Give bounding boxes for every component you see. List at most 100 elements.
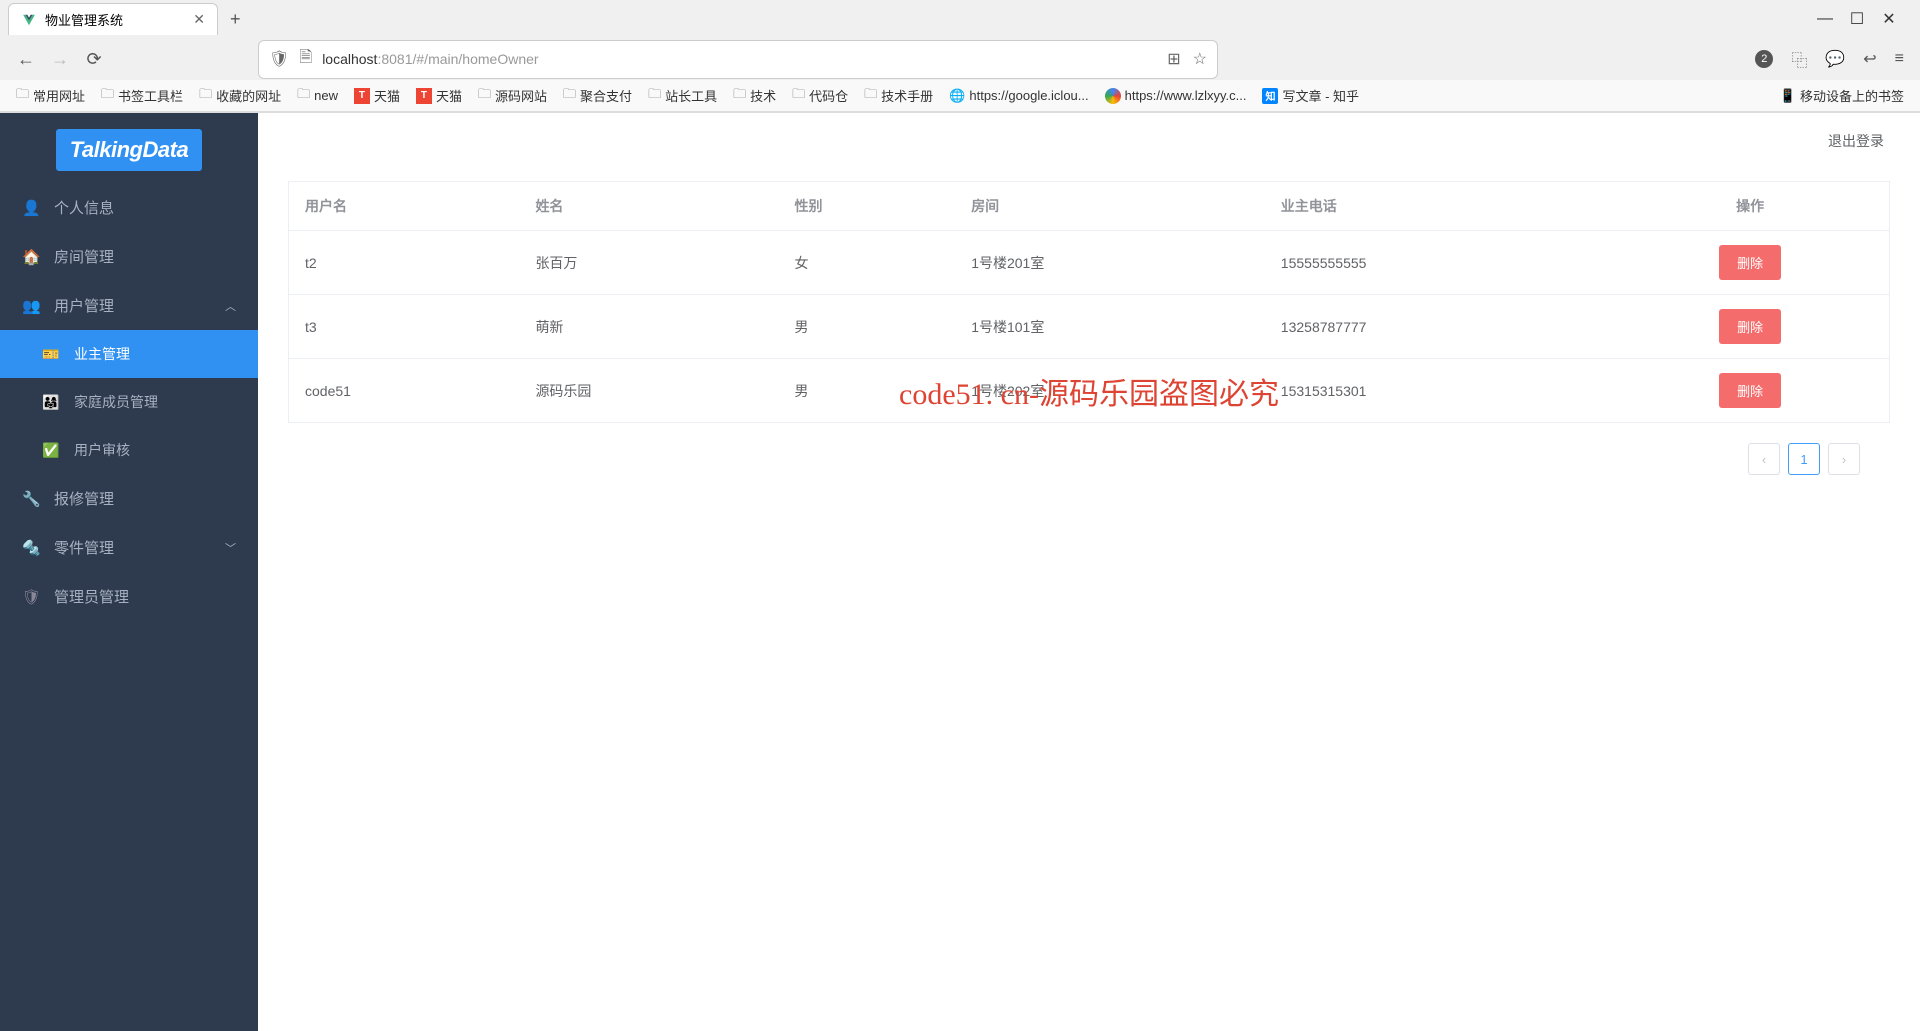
cell-room: 1号楼201室 — [955, 231, 1265, 295]
topbar: 退出登录 — [258, 113, 1920, 169]
url-text: localhost:8081/#/main/homeOwner — [322, 51, 1157, 67]
browser-tab[interactable]: 物业管理系统 ✕ — [8, 3, 218, 35]
content-area: 用户名姓名性别房间业主电话操作 t2张百万女1号楼201室15555555555… — [258, 169, 1920, 507]
cell-room: 1号楼202室 — [955, 359, 1265, 423]
family-icon: 👨‍👩‍👧 — [42, 394, 60, 411]
bookmark-label: new — [314, 88, 338, 103]
undo-icon[interactable]: ↩ — [1863, 49, 1876, 69]
sidebar-subitem-家庭成员管理[interactable]: 👨‍👩‍👧 家庭成员管理 — [0, 378, 258, 426]
pagination-prev[interactable]: ‹ — [1748, 443, 1780, 475]
bookmark-item[interactable]: 🗀聚合支付 — [563, 85, 632, 107]
bookmark-item[interactable]: 知写文章 - 知乎 — [1262, 86, 1359, 105]
qr-icon[interactable]: ⊞ — [1167, 49, 1180, 69]
close-window-icon[interactable]: ✕ — [1882, 12, 1896, 26]
cell-phone: 15315315301 — [1265, 359, 1611, 423]
sidebar-item-用户管理[interactable]: 👥用户管理︿ — [0, 281, 258, 330]
chat-icon[interactable]: 💬 — [1825, 49, 1845, 69]
users-icon: 👥 — [22, 297, 40, 315]
toolbar-right: 2 ⿻ 💬 ↩ ≡ — [1755, 47, 1904, 71]
app-container: TalkingData 👤个人信息🏠房间管理👥用户管理︿🎫业主管理👨‍👩‍👧家庭… — [0, 113, 1920, 1031]
bookmark-item[interactable]: 🗀书签工具栏 — [101, 85, 183, 107]
mobile-icon: 📱 — [1780, 88, 1796, 104]
column-header: 业主电话 — [1265, 182, 1611, 231]
sidebar-subitem-业主管理[interactable]: 🎫业主管理 — [0, 330, 258, 378]
chevron-down-icon: ﹀ — [225, 540, 236, 556]
logout-button[interactable]: 退出登录 — [1828, 131, 1884, 151]
folder-icon: 🗀 — [792, 85, 805, 107]
crop-icon[interactable]: ⿻ — [1791, 47, 1807, 71]
bookmark-item[interactable]: https://www.lzlxyy.c... — [1105, 88, 1247, 104]
back-button[interactable]: ← — [16, 49, 36, 70]
bookmark-item[interactable]: 🗀常用网址 — [16, 85, 85, 107]
sidebar-item-零件管理[interactable]: 🔩零件管理﹀ — [0, 523, 258, 572]
bookmark-label: 聚合支付 — [580, 86, 632, 105]
bookmark-label: 技术 — [750, 86, 776, 105]
new-tab-button[interactable]: + — [230, 9, 241, 30]
bookmark-item[interactable]: 🗀new — [297, 85, 338, 107]
delete-button[interactable]: 删除 — [1719, 245, 1781, 280]
cell-actions: 删除 — [1611, 359, 1889, 423]
bookmark-item[interactable]: T天猫 — [416, 86, 462, 105]
bookmark-item[interactable]: 🗀收藏的网址 — [199, 85, 281, 107]
window-controls: — ☐ ✕ — [1818, 12, 1912, 26]
bookmark-label: 书签工具栏 — [118, 86, 183, 105]
delete-button[interactable]: 删除 — [1719, 373, 1781, 408]
menu-icon[interactable]: ≡ — [1895, 50, 1904, 68]
site-icon — [1105, 88, 1121, 104]
folder-icon: 🗀 — [864, 85, 877, 107]
url-bar[interactable]: 🛡 🗎 localhost:8081/#/main/homeOwner ⊞ ☆ — [258, 40, 1218, 79]
bookmark-star-icon[interactable]: ☆ — [1193, 49, 1207, 69]
cell-gender: 男 — [779, 359, 956, 423]
bookmark-item[interactable]: 🗀代码仓 — [792, 85, 848, 107]
folder-icon: 🗀 — [733, 85, 746, 107]
bookmark-item[interactable]: 🗀技术手册 — [864, 85, 933, 107]
browser-chrome: 物业管理系统 ✕ + — ☐ ✕ ← → ⟳ 🛡 🗎 localhost:808… — [0, 0, 1920, 113]
sidebar-subitem-用户审核[interactable]: ✅用户审核 — [0, 426, 258, 474]
tmall-icon: T — [354, 88, 370, 104]
pagination-next[interactable]: › — [1828, 443, 1860, 475]
bookmark-label: https://google.iclou... — [969, 88, 1088, 103]
table-row: t2张百万女1号楼201室15555555555删除 — [289, 231, 1890, 295]
column-header: 姓名 — [519, 182, 778, 231]
delete-button[interactable]: 删除 — [1719, 309, 1781, 344]
bookmark-label: 常用网址 — [33, 86, 85, 105]
bookmark-label: 天猫 — [374, 86, 400, 105]
menu-label: 管理员管理 — [54, 586, 129, 607]
notification-badge[interactable]: 2 — [1755, 50, 1773, 68]
folder-icon: 🗀 — [101, 85, 114, 107]
tab-close-icon[interactable]: ✕ — [193, 11, 205, 28]
cell-phone: 15555555555 — [1265, 231, 1611, 295]
sidebar-item-房间管理[interactable]: 🏠房间管理 — [0, 232, 258, 281]
sidebar-item-个人信息[interactable]: 👤个人信息 — [0, 183, 258, 232]
shield-icon: 🛡 — [269, 49, 289, 69]
column-header: 性别 — [779, 182, 956, 231]
sidebar-item-报修管理[interactable]: 🔧报修管理 — [0, 474, 258, 523]
menu-label: 家庭成员管理 — [74, 392, 158, 412]
sidebar-item-管理员管理[interactable]: 🛡管理员管理 — [0, 572, 258, 621]
minimize-icon[interactable]: — — [1818, 12, 1832, 26]
bookmark-mobile[interactable]: 📱 移动设备上的书签 — [1780, 86, 1904, 105]
bookmark-item[interactable]: 🗀源码网站 — [478, 85, 547, 107]
home-icon: 🏠 — [22, 248, 40, 266]
zhihu-icon: 知 — [1262, 88, 1278, 104]
bookmark-item[interactable]: 🗀技术 — [733, 85, 776, 107]
bookmark-label: 代码仓 — [809, 86, 848, 105]
bookmark-item[interactable]: T天猫 — [354, 86, 400, 105]
cell-name: 源码乐园 — [519, 359, 778, 423]
forward-button[interactable]: → — [50, 49, 70, 70]
owner-table: 用户名姓名性别房间业主电话操作 t2张百万女1号楼201室15555555555… — [288, 181, 1890, 423]
pagination-page-1[interactable]: 1 — [1788, 443, 1820, 475]
bookmark-label: https://www.lzlxyy.c... — [1125, 88, 1247, 103]
menu-label: 用户管理 — [54, 295, 114, 316]
bookmark-item[interactable]: 🗀站长工具 — [648, 85, 717, 107]
bookmark-label: 站长工具 — [665, 86, 717, 105]
folder-icon: 🗀 — [478, 85, 491, 107]
bookmarks-bar: 🗀常用网址🗀书签工具栏🗀收藏的网址🗀newT天猫T天猫🗀源码网站🗀聚合支付🗀站长… — [0, 80, 1920, 112]
main-content: 退出登录 用户名姓名性别房间业主电话操作 t2张百万女1号楼201室155555… — [258, 113, 1920, 1031]
bookmark-label: 源码网站 — [495, 86, 547, 105]
reload-button[interactable]: ⟳ — [84, 49, 104, 70]
bookmark-item[interactable]: 🌐https://google.iclou... — [949, 88, 1088, 104]
column-header: 房间 — [955, 182, 1265, 231]
maximize-icon[interactable]: ☐ — [1850, 12, 1864, 26]
table-row: t3萌新男1号楼101室13258787777删除 — [289, 295, 1890, 359]
